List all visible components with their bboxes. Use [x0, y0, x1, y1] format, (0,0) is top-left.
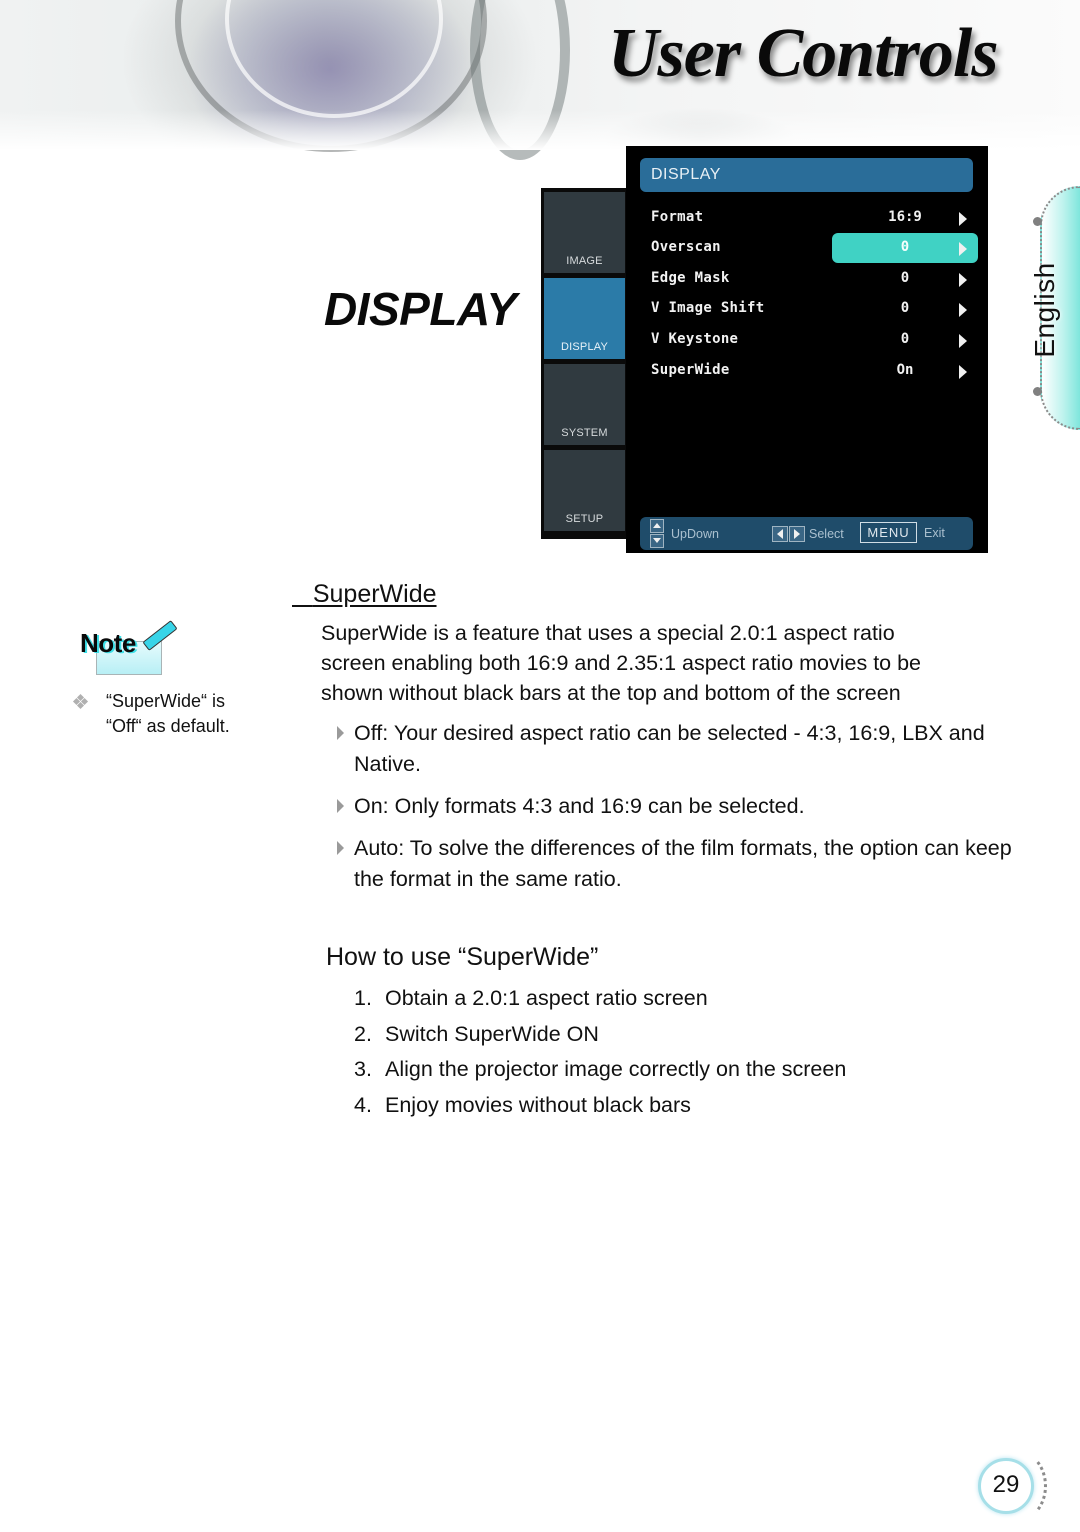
osd-tab-display: DISPLAY — [544, 278, 625, 359]
osd-row-label: SuperWide — [651, 362, 730, 378]
osd-row-label: Overscan — [651, 239, 721, 255]
language-tab-dot — [1033, 217, 1042, 226]
lens-rim — [470, 0, 570, 160]
list-item: Auto: To solve the differences of the fi… — [335, 833, 1025, 895]
diamond-bullet-icon — [72, 693, 89, 710]
osd-row-value: 0 — [900, 300, 910, 316]
step-item: 1. Obtain a 2.0:1 aspect ratio screen — [354, 986, 708, 1010]
triangle-bullet-icon — [337, 799, 344, 813]
superwide-heading: SuperWide — [312, 580, 437, 608]
language-tab-dot — [1033, 387, 1042, 396]
osd-row-format: Format 16:9 — [626, 203, 988, 233]
osd-row-value: On — [896, 362, 914, 378]
hint-exit: Exit — [924, 526, 945, 540]
language-label: English — [1029, 262, 1060, 358]
section-heading: DISPLAY — [324, 283, 517, 335]
osd-tab-image: IMAGE — [544, 192, 625, 273]
osd-row-value: 16:9 — [888, 209, 922, 225]
left-right-keys-icon — [772, 526, 806, 542]
osd-row-label: V Keystone — [651, 331, 739, 347]
howto-steps: 1. Obtain a 2.0:1 aspect ratio screen 2. S… — [354, 981, 846, 1123]
note-label: Note — [80, 628, 136, 658]
osd-row-overscan: Overscan 0 — [626, 233, 988, 263]
osd-row-superwide: SuperWide On — [626, 356, 988, 386]
triangle-right-icon — [959, 303, 967, 317]
page-number: 29 — [992, 1471, 1020, 1498]
superwide-intro: SuperWide is a feature that uses a speci… — [321, 621, 922, 705]
menu-key-icon: MENU — [860, 522, 917, 543]
osd-menu-tabs: IMAGE DISPLAY SYSTEM SETUP — [541, 188, 629, 539]
osd-footer-hints: UpDown Select MENU Exit — [640, 517, 973, 550]
step-item: 4. Enjoy movies without black bars — [354, 1092, 691, 1117]
step-item: 2. Switch SuperWide ON — [354, 1021, 599, 1046]
howto-heading: How to use “SuperWide” — [326, 943, 599, 971]
list-item: On: Only formats 4:3 and 16:9 can be sel… — [335, 791, 1025, 822]
page-title: User Controls — [608, 15, 999, 92]
osd-row-value: 0 — [900, 331, 910, 347]
page-number-badge: 29 — [978, 1450, 1047, 1522]
osd-row-label: Format — [651, 209, 704, 225]
triangle-right-icon — [959, 334, 967, 348]
osd-row-label: Edge Mask — [651, 270, 730, 286]
osd-display-menu: DISPLAY Format 16:9 Overscan 0 Edge Mask… — [626, 146, 988, 553]
triangle-right-icon — [959, 273, 967, 287]
osd-row-value: 0 — [900, 239, 910, 255]
osd-tab-setup: SETUP — [544, 450, 625, 531]
osd-row-v-image-shift: V Image Shift 0 — [626, 294, 988, 324]
triangle-bullet-icon — [337, 726, 344, 740]
note-text: “SuperWide“ is “Off“ as default. — [106, 691, 230, 736]
osd-row-v-keystone: V Keystone 0 — [626, 325, 988, 355]
hint-select: Select — [809, 527, 844, 541]
step-item: 3. Align the projector image correctly on… — [354, 1057, 847, 1081]
osd-row-label: V Image Shift — [651, 300, 765, 316]
note-badge: Note — [80, 620, 180, 678]
triangle-right-icon — [959, 242, 967, 256]
superwide-options-list: Off: Your desired aspect ratio can be se… — [335, 718, 1025, 906]
osd-tab-system: SYSTEM — [544, 364, 625, 445]
osd-row-value: 0 — [900, 270, 910, 286]
hint-updown: UpDown — [671, 527, 719, 541]
osd-panel-title: DISPLAY — [640, 158, 973, 192]
triangle-bullet-icon — [337, 841, 344, 855]
triangle-right-icon — [959, 212, 967, 226]
list-item: Off: Your desired aspect ratio can be se… — [335, 718, 1025, 780]
triangle-right-icon — [959, 365, 967, 379]
up-down-keys-icon — [650, 519, 664, 549]
osd-row-edge-mask: Edge Mask 0 — [626, 264, 988, 294]
